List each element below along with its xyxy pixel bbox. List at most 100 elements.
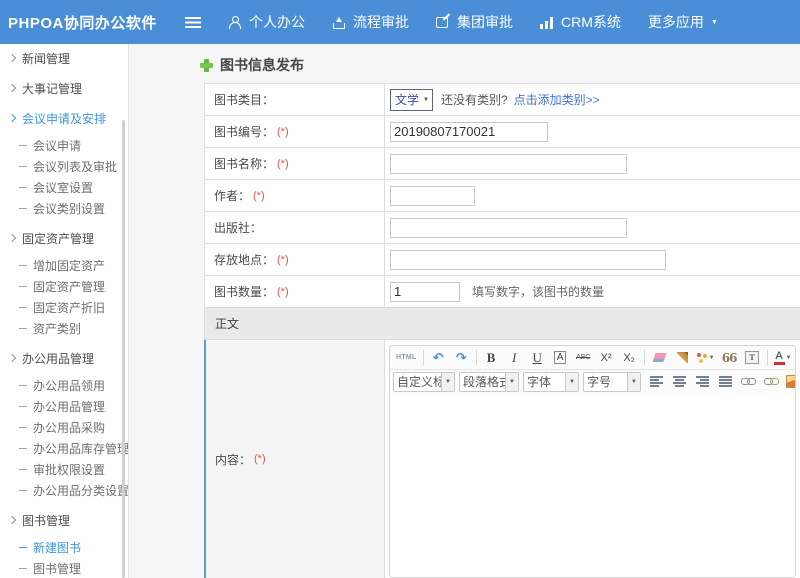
nav-process-approval[interactable]: 流程审批: [332, 12, 409, 32]
dash-icon: [19, 568, 27, 569]
dash-icon: [19, 166, 27, 167]
category-hint: 还没有类别?: [441, 91, 508, 108]
nav-group-approval[interactable]: 集团审批: [436, 12, 513, 32]
author-label: 作者：(*): [205, 180, 385, 211]
sidebar-item-fixed-assets-mgmt[interactable]: 固定资产管理: [0, 230, 128, 246]
link-button[interactable]: [738, 371, 759, 392]
sidebar-item-book-mgmt[interactable]: 图书管理: [0, 512, 128, 528]
book-no-input[interactable]: [390, 122, 548, 142]
sidebar-item-label: 增加固定资产: [33, 257, 105, 273]
custom-title-select[interactable]: 自定义标题▼: [393, 372, 455, 392]
align-left-button[interactable]: [646, 371, 667, 392]
sidebar-item-book-manage[interactable]: 图书管理: [0, 560, 128, 576]
align-right-button[interactable]: [692, 371, 713, 392]
sidebar-item-add-fixed-asset[interactable]: 增加固定资产: [0, 257, 128, 273]
auto-typeset-button[interactable]: ▼: [695, 347, 717, 368]
unlink-button[interactable]: [761, 371, 782, 392]
align-justify-button[interactable]: [715, 371, 736, 392]
dash-icon: [19, 328, 27, 329]
location-row: 存放地点：(*): [204, 244, 800, 276]
sidebar-scrollbar[interactable]: [122, 120, 125, 578]
subscript-button[interactable]: X₂: [619, 347, 640, 368]
book-no-row: 图书编号：(*): [204, 116, 800, 148]
sidebar-item-approval-permission-setting[interactable]: 审批权限设置: [0, 461, 128, 477]
sidebar-item-office-supplies-mgmt[interactable]: 办公用品管理: [0, 350, 128, 366]
location-label: 存放地点：(*): [205, 244, 385, 275]
selected-category: 文学: [395, 91, 419, 108]
bold-button[interactable]: B: [481, 347, 502, 368]
author-row: 作者：(*): [204, 180, 800, 212]
sidebar-item-meeting-apply[interactable]: 会议申请: [0, 137, 128, 153]
sidebar-item-supplies-recipients[interactable]: 办公用品领用: [0, 377, 128, 393]
book-category-select[interactable]: 文学▼: [390, 89, 433, 111]
book-category-field-cell: 文学▼ 还没有类别? 点击添加类别>>: [385, 84, 800, 115]
blockquote-button[interactable]: 66: [719, 347, 740, 368]
align-center-button[interactable]: [669, 371, 690, 392]
editor-toolbar-row2: 自定义标题▼段落格式▼字体▼字号▼: [390, 370, 795, 393]
font-border-button[interactable]: A: [550, 347, 571, 368]
chevron-right-icon: [8, 234, 16, 242]
nav-personal-office[interactable]: 个人办公: [228, 12, 305, 32]
nav-more-apps[interactable]: 更多应用▼: [648, 12, 718, 32]
eraser-button[interactable]: [649, 347, 670, 368]
sidebar-item-supplies-manage[interactable]: 办公用品管理: [0, 398, 128, 414]
quantity-hint: 填写数字，该图书的数量: [472, 283, 604, 300]
book-name-row: 图书名称：(*): [204, 148, 800, 180]
sidebar-item-meeting-room-setting[interactable]: 会议室设置: [0, 179, 128, 195]
content-label: 内容：: [215, 451, 251, 468]
html-source-button[interactable]: HTML: [394, 347, 419, 368]
menu-toggle-button[interactable]: [185, 17, 201, 28]
required-mark: (*): [254, 453, 266, 465]
sidebar-item-fixed-asset-depreciation[interactable]: 固定资产折旧: [0, 299, 128, 315]
font-size-select[interactable]: 字号▼: [583, 372, 641, 392]
insert-image-button[interactable]: [784, 371, 795, 392]
dash-icon: [19, 307, 27, 308]
author-input[interactable]: [390, 186, 475, 206]
chevron-down-icon: ▼: [786, 355, 792, 361]
sidebar-item-supplies-inventory[interactable]: 办公用品库存管理: [0, 440, 128, 456]
sidebar-item-meeting-list-approve[interactable]: 会议列表及审批: [0, 158, 128, 174]
sidebar-item-supplies-category-setting[interactable]: 办公用品分类设置: [0, 482, 128, 498]
sidebar-item-asset-category[interactable]: 资产类别: [0, 320, 128, 336]
superscript-button[interactable]: X²: [596, 347, 617, 368]
sidebar-item-label: 办公用品管理: [33, 398, 105, 414]
dash-icon: [19, 208, 27, 209]
paste-plain-button[interactable]: T: [742, 347, 763, 368]
book-name-input[interactable]: [390, 154, 627, 174]
sidebar-item-label: 固定资产管理: [22, 230, 94, 246]
strikethrough-button[interactable]: ABC: [573, 347, 594, 368]
edit-icon: [436, 16, 450, 29]
quantity-row: 图书数量：(*) 填写数字，该图书的数量: [204, 276, 800, 308]
redo-button[interactable]: ↷: [451, 347, 472, 368]
sidebar: 新闻管理大事记管理会议申请及安排会议申请会议列表及审批会议室设置会议类别设置固定…: [0, 44, 129, 578]
sidebar-item-fixed-asset-manage[interactable]: 固定资产管理: [0, 278, 128, 294]
quantity-label: 图书数量：(*): [205, 276, 385, 307]
book-name-field-cell: [385, 148, 800, 179]
format-brush-button[interactable]: [672, 347, 693, 368]
sidebar-menu: 新闻管理大事记管理会议申请及安排会议申请会议列表及审批会议室设置会议类别设置固定…: [0, 50, 128, 576]
dots-icon: [697, 352, 708, 363]
sidebar-item-meeting-category-setting[interactable]: 会议类别设置: [0, 200, 128, 216]
nav-crm-system[interactable]: CRM系统: [540, 12, 621, 32]
font-color-button[interactable]: A▼: [772, 347, 794, 368]
font-family-select[interactable]: 字体▼: [523, 372, 579, 392]
paragraph-format-select[interactable]: 段落格式▼: [459, 372, 519, 392]
sidebar-item-supplies-purchase[interactable]: 办公用品采购: [0, 419, 128, 435]
italic-button[interactable]: I: [504, 347, 525, 368]
body-section-header: 正文: [204, 308, 800, 340]
underline-button[interactable]: U: [527, 347, 548, 368]
undo-button[interactable]: ↶: [428, 347, 449, 368]
add-category-link[interactable]: 点击添加类别>>: [514, 91, 600, 108]
sidebar-item-memorabilia-mgmt[interactable]: 大事记管理: [0, 80, 128, 96]
book-no-label: 图书编号：(*): [205, 116, 385, 147]
quantity-input[interactable]: [390, 282, 460, 302]
sidebar-item-new-book[interactable]: 新建图书: [0, 539, 128, 555]
location-input[interactable]: [390, 250, 666, 270]
align-left-icon: [650, 376, 663, 387]
publisher-input[interactable]: [390, 218, 627, 238]
sidebar-item-meeting-apply-arrange[interactable]: 会议申请及安排: [0, 110, 128, 126]
flow-icon: [332, 16, 346, 29]
sidebar-item-news-mgmt[interactable]: 新闻管理: [0, 50, 128, 66]
required-mark: (*): [277, 254, 289, 266]
editor-content[interactable]: [390, 393, 795, 577]
